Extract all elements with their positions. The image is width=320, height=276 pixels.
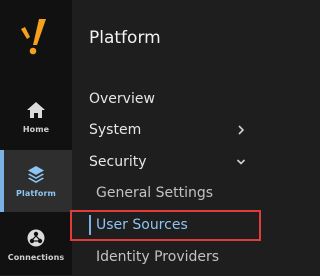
rail-item-platform[interactable]: Platform [0, 150, 72, 212]
nav-item-label: Overview [89, 91, 155, 107]
connections-icon [27, 229, 45, 247]
nav-item-label: Identity Providers [96, 249, 220, 265]
chevron-down-icon [236, 159, 246, 165]
rail-item-connections[interactable]: Connections [0, 214, 72, 276]
rail-item-label: Home [22, 125, 50, 134]
layers-icon [28, 166, 44, 183]
left-nav-rail: Home Platform Connections [0, 0, 72, 275]
nav-item-label: General Settings [96, 185, 214, 201]
nav-item-label: Security [89, 154, 147, 170]
selected-indicator [89, 215, 91, 235]
home-icon [27, 102, 45, 118]
ignition-logo-icon[interactable] [15, 17, 55, 57]
nav-item-general-settings[interactable]: General Settings [72, 178, 262, 208]
rail-item-label: Platform [16, 189, 56, 198]
panel-title: Platform [89, 28, 161, 48]
nav-item-label: User Sources [96, 217, 188, 233]
rail-item-label: Connections [7, 253, 65, 262]
nav-item-security[interactable]: Security [72, 147, 262, 177]
nav-item-user-sources[interactable]: User Sources [72, 210, 262, 240]
nav-item-overview[interactable]: Overview [72, 84, 262, 114]
rail-item-home[interactable]: Home [0, 86, 72, 148]
chevron-right-icon [238, 125, 245, 135]
nav-item-identity-providers[interactable]: Identity Providers [72, 242, 262, 272]
nav-item-system[interactable]: System [72, 115, 262, 145]
nav-item-label: System [89, 122, 142, 138]
